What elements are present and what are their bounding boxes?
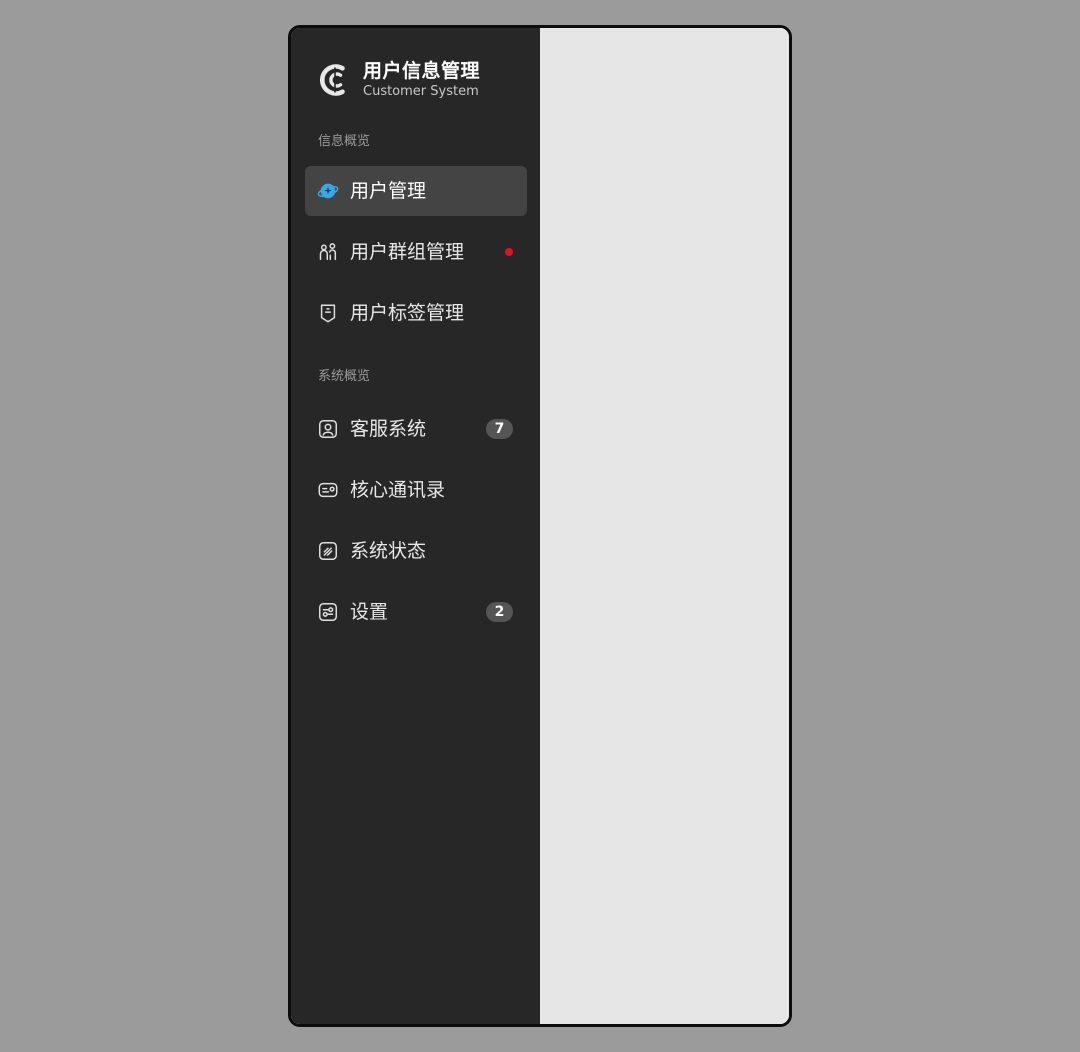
- nav-label: 用户标签管理: [350, 302, 465, 324]
- app-title: 用户信息管理: [363, 60, 481, 82]
- nav-label: 系统状态: [350, 540, 427, 562]
- user-card-icon: [317, 418, 339, 440]
- brand-logo-icon: [320, 64, 345, 96]
- app-subtitle: Customer System: [363, 84, 479, 99]
- nav-label: 用户群组管理: [350, 241, 465, 263]
- people-icon: [317, 241, 339, 263]
- count-badge: 7: [486, 419, 513, 439]
- nav-item-customer-service[interactable]: 客服系统 7: [305, 404, 527, 454]
- section-label-info-overview: 信息概览: [318, 134, 371, 149]
- count-badge: 2: [486, 602, 513, 622]
- nav-label: 核心通讯录: [350, 479, 446, 501]
- contact-card-icon: [317, 479, 339, 501]
- notification-dot: [505, 248, 513, 256]
- app-window: 用户信息管理 Customer System 信息概览 用户管理 用户群组管理 …: [288, 25, 792, 1027]
- nav-label: 设置: [350, 601, 389, 623]
- nav-label: 客服系统: [350, 418, 427, 440]
- status-icon: [317, 540, 339, 562]
- planet-icon: [317, 180, 339, 202]
- nav-item-core-contacts[interactable]: 核心通讯录: [305, 465, 527, 515]
- sidebar: 用户信息管理 Customer System 信息概览 用户管理 用户群组管理 …: [291, 28, 540, 1024]
- nav-item-user-group-management[interactable]: 用户群组管理: [305, 227, 527, 277]
- brand: 用户信息管理 Customer System: [318, 59, 480, 101]
- nav-item-user-management[interactable]: 用户管理: [305, 166, 527, 216]
- tag-icon: [317, 302, 339, 324]
- settings-icon: [317, 601, 339, 623]
- nav-label: 用户管理: [350, 180, 427, 202]
- nav-item-system-status[interactable]: 系统状态: [305, 526, 527, 576]
- main-content-area: [540, 28, 789, 1024]
- section-label-system-overview: 系统概览: [318, 369, 371, 384]
- nav-item-user-tag-management[interactable]: 用户标签管理: [305, 288, 527, 338]
- nav-item-settings[interactable]: 设置 2: [305, 587, 527, 637]
